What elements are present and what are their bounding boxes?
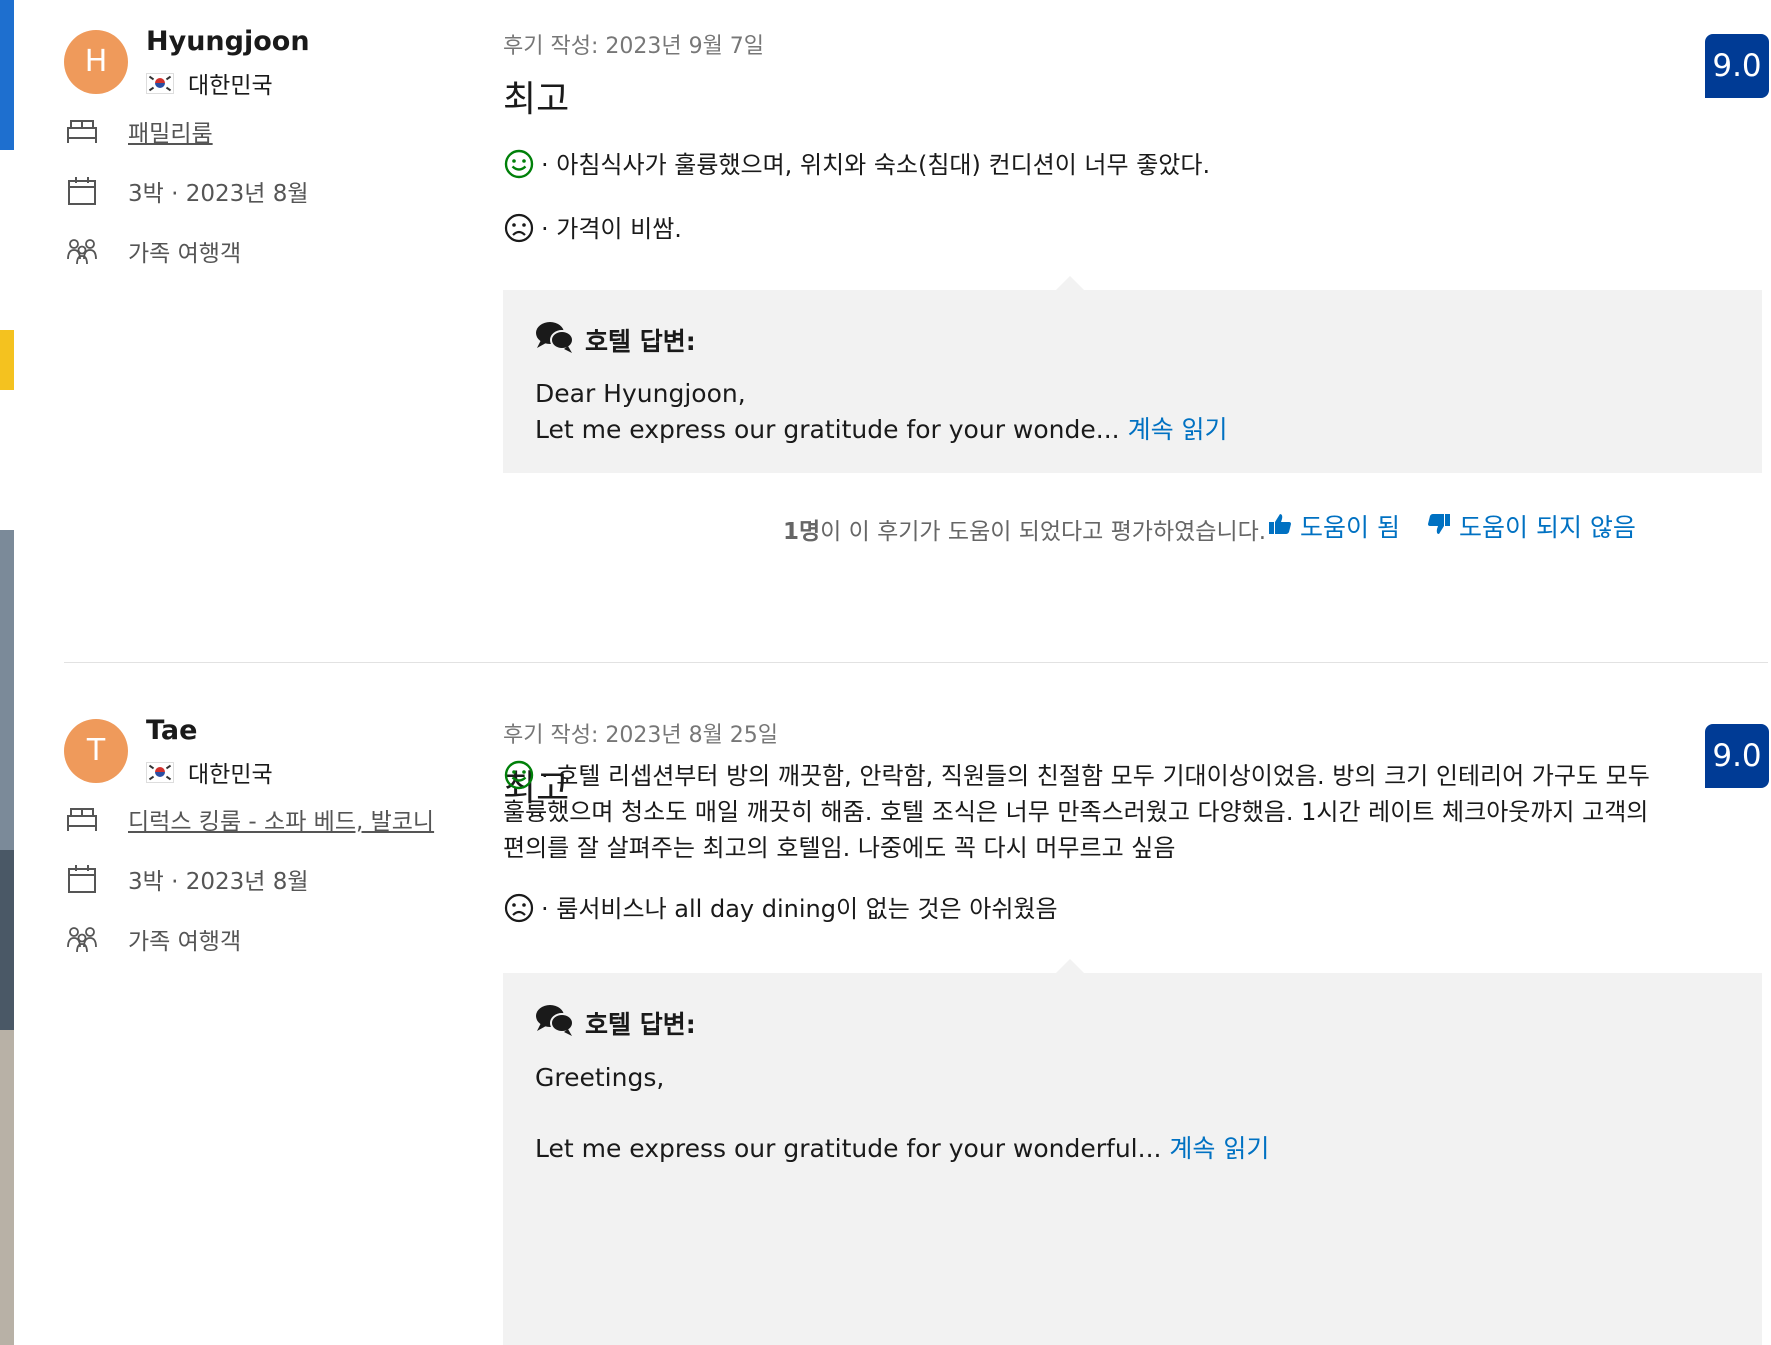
helpful-count-number: 1명 [783,519,821,545]
traveler-type: 가족 여행객 [128,929,242,955]
negative-comment: · 룸서비스나 all day dining이 없는 것은 아쉬웠음 [503,891,1058,927]
korea-flag-icon [146,72,174,94]
hotel-reply: 호텔 답변: Dear Hyungjoon, Let me express ou… [503,276,1762,473]
frown-icon [503,212,535,244]
traveler-type-row: 가족 여행객 [64,234,241,268]
positive-text: · 아침식사가 훌륭했으며, 위치와 숙소(침대) 컨디션이 너무 좋았다. [541,151,1211,179]
helpful-count: 1명이 이 후기가 도움이 되었다고 평가하였습니다. [783,512,1266,546]
positive-text-line2: 훌륭했으며 청소도 매일 깨끗히 해줌. 호텔 조식은 너무 만족스러웠고 다양… [503,798,1649,826]
country-label: 대한민국 [188,73,273,99]
not-helpful-button-label: 도움이 되지 않음 [1459,513,1636,542]
reviewer-name: Tae [146,715,198,746]
group-icon [64,924,100,954]
reply-notch [1056,959,1084,973]
traveler-type-row: 가족 여행객 [64,922,241,956]
reply-excerpt: Let me express our gratitude for your wo… [535,410,1228,450]
review-score-badge: 9.0 [1705,724,1769,788]
korea-flag-icon [146,761,174,783]
traveler-type: 가족 여행객 [128,241,242,267]
reply-excerpt-text: Let me express our gratitude for your wo… [535,1134,1162,1163]
chat-bubbles-icon [535,1003,575,1043]
group-icon [64,236,100,266]
not-helpful-button[interactable]: 도움이 되지 않음 [1427,508,1636,544]
room-type-row: 패밀리룸 [64,114,213,148]
reply-line: Dear Hyungjoon, [535,379,746,408]
negative-text: · 룸서비스나 all day dining이 없는 것은 아쉬웠음 [541,895,1058,923]
bed-icon [64,804,100,834]
calendar-icon [64,864,100,894]
reply-heading: 호텔 답변: [535,320,696,360]
avatar: T [64,719,128,783]
review-title: 최고 [503,79,570,120]
helpful-button-label: 도움이 됨 [1300,513,1400,542]
read-more-link[interactable]: 계속 읽기 [1169,1134,1269,1163]
stay-info: 3박 · 2023년 8월 [128,181,309,207]
review-2-content: · 호텔 리셉션부터 방의 깨끗함, 안락함, 직원들의 친절함 모두 기대이상… [503,689,1768,1345]
frown-icon [503,892,535,924]
background-page-strip [0,0,14,1345]
reply-heading-text: 호텔 답변: [585,327,696,356]
review-date: 후기 작성: 2023년 9월 7일 [503,34,765,59]
room-type-link[interactable]: 디럭스 킹룸 - 소파 베드, 발코니 [128,802,434,836]
calendar-icon [64,176,100,206]
positive-comment: · 호텔 리셉션부터 방의 깨끗함, 안락함, 직원들의 친절함 모두 기대이상… [503,758,1650,866]
positive-comment: · 아침식사가 훌륭했으며, 위치와 숙소(침대) 컨디션이 너무 좋았다. [503,147,1210,183]
reviewer-name: Hyungjoon [146,26,310,57]
read-more-link[interactable]: 계속 읽기 [1128,415,1228,444]
helpful-bar: 1명이 이 후기가 도움이 되었다고 평가하였습니다. 도움이 됨 도움이 되지… [503,508,1767,548]
reply-notch [1056,276,1084,290]
reviewer-country: 대한민국 [146,66,273,100]
hotel-reply: 호텔 답변: Greetings, Let me express our gra… [503,959,1762,1345]
country-label: 대한민국 [188,762,273,788]
reply-heading: 호텔 답변: [535,1003,696,1043]
positive-text: · 호텔 리셉션부터 방의 깨끗함, 안락함, 직원들의 친절함 모두 기대이상… [541,762,1650,790]
thumbs-up-icon [1268,512,1292,541]
stay-row: 3박 · 2023년 8월 [64,862,309,896]
chat-bubbles-icon [535,320,575,360]
reply-heading-text: 호텔 답변: [585,1010,696,1039]
helpful-button[interactable]: 도움이 됨 [1268,508,1400,544]
smile-icon [503,759,535,791]
reply-excerpt: Let me express our gratitude for your wo… [535,1129,1269,1169]
avatar: H [64,30,128,94]
room-type-row: 디럭스 킹룸 - 소파 베드, 발코니 [64,802,434,836]
review-score-badge: 9.0 [1705,34,1769,98]
stay-info: 3박 · 2023년 8월 [128,869,309,895]
helpful-count-text: 이 이 후기가 도움이 되었다고 평가하였습니다. [820,519,1267,545]
smile-icon [503,148,535,180]
negative-comment: · 가격이 비쌈. [503,211,682,247]
stay-row: 3박 · 2023년 8월 [64,174,309,208]
positive-text-line3: 편의를 잘 살펴주는 최고의 호텔임. 나중에도 꼭 다시 머무르고 싶음 [503,834,1176,862]
negative-text: · 가격이 비쌈. [541,215,682,243]
thumbs-down-icon [1427,512,1451,541]
reply-line: Greetings, [535,1063,665,1092]
reply-excerpt-text: Let me express our gratitude for your wo… [535,415,1120,444]
reviewer-country: 대한민국 [146,755,273,789]
bed-icon [64,116,100,146]
room-type-link[interactable]: 패밀리룸 [128,114,213,148]
review-divider [64,662,1768,663]
